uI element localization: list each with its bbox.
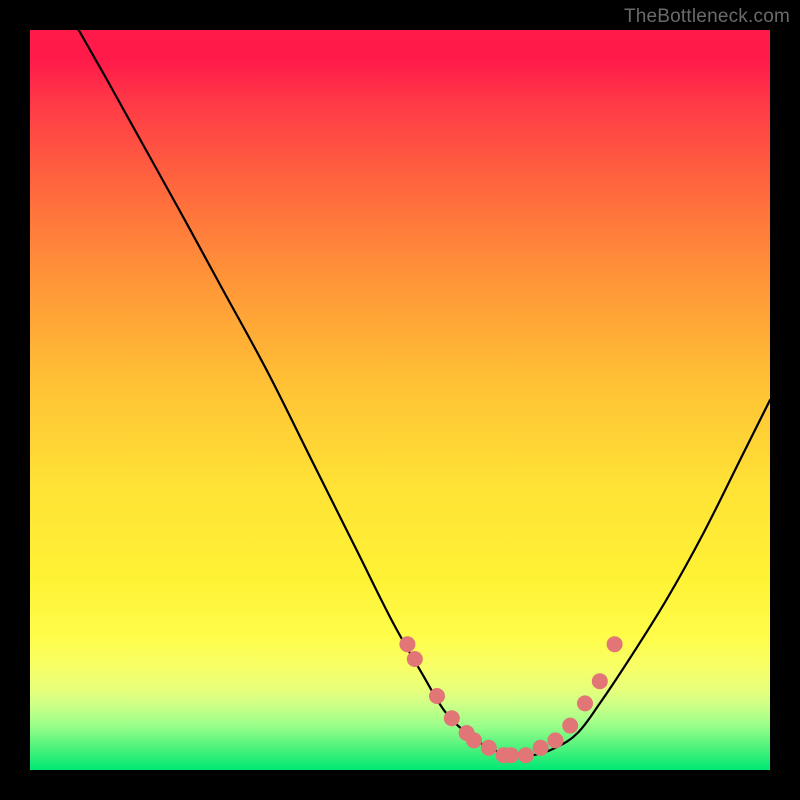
bottleneck-curve — [30, 30, 770, 756]
curve-marker — [577, 695, 593, 711]
plot-area — [30, 30, 770, 770]
curve-marker — [481, 740, 497, 756]
curve-marker — [592, 673, 608, 689]
curve-marker — [547, 732, 563, 748]
curve-marker — [503, 747, 519, 763]
curve-marker — [607, 636, 623, 652]
chart-frame: TheBottleneck.com — [0, 0, 800, 800]
curve-marker — [533, 740, 549, 756]
curve-marker — [407, 651, 423, 667]
curve-marker — [444, 710, 460, 726]
curve-marker — [399, 636, 415, 652]
curve-marker — [562, 718, 578, 734]
curve-marker — [466, 732, 482, 748]
curve-marker — [518, 747, 534, 763]
curve-marker — [429, 688, 445, 704]
curve-markers — [399, 636, 622, 763]
plot-svg — [30, 30, 770, 770]
attribution-text: TheBottleneck.com — [624, 6, 790, 28]
